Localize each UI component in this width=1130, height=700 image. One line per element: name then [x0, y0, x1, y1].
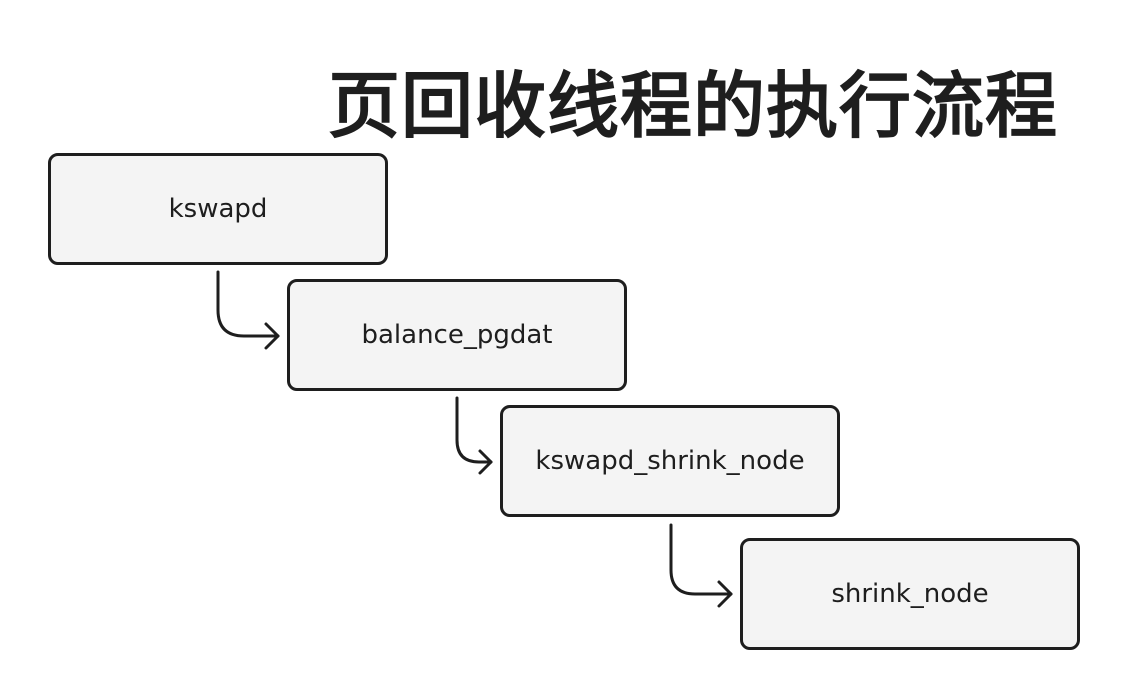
connector-kswapd-to-balance-pgdat [216, 270, 280, 350]
node-shrink-node: shrink_node [740, 538, 1080, 650]
connector-line [216, 270, 280, 338]
connector-line [455, 396, 493, 464]
arrowhead-icon [717, 580, 733, 608]
node-balance-pgdat: balance_pgdat [287, 279, 627, 391]
node-kswapd-shrink-node: kswapd_shrink_node [500, 405, 840, 517]
node-label: shrink_node [831, 579, 989, 609]
node-label: balance_pgdat [361, 320, 553, 350]
connector-kswapd-shrink-node-to-shrink-node [669, 523, 733, 608]
node-label: kswapd [168, 194, 268, 224]
arrowhead-icon [478, 449, 493, 475]
arrowhead-icon [264, 322, 280, 350]
connector-line [669, 523, 733, 596]
diagram-title: 页回收线程的执行流程 [328, 64, 1059, 148]
node-kswapd: kswapd [48, 153, 388, 265]
node-label: kswapd_shrink_node [535, 446, 805, 476]
connector-balance-pgdat-to-kswapd-shrink-node [455, 396, 493, 475]
